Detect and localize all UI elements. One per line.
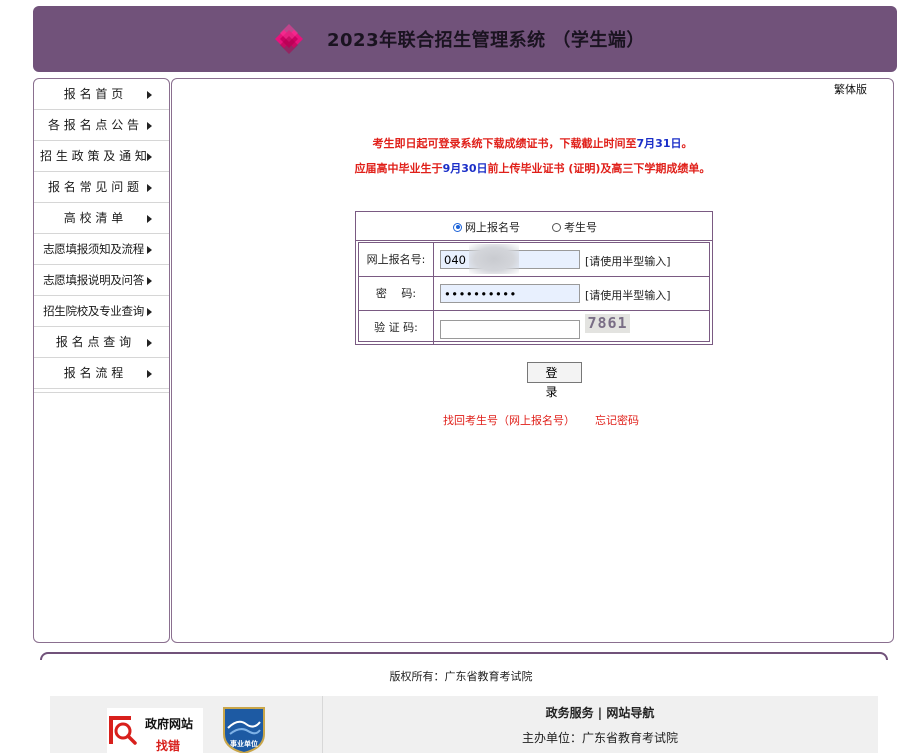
sidebar-item-colleges[interactable]: 高 校 清 单 <box>34 203 169 234</box>
sidebar-item-major-search[interactable]: 招生院校及专业查询 <box>34 296 169 327</box>
gov-badge-line2: 找错 <box>156 739 181 753</box>
radio-label: 网上报名号 <box>465 221 520 234</box>
sidebar-item-label: 报 名 首 页 <box>63 87 124 101</box>
forgot-password-link[interactable]: 忘记密码 <box>595 412 639 428</box>
host-organization: 主办单位：广东省教育考试院 <box>521 731 678 745</box>
sidebar-item-label: 高 校 清 单 <box>63 211 124 225</box>
radio-unchecked-icon[interactable] <box>552 222 561 232</box>
notice-text: 应届高中毕业生于 <box>354 162 443 175</box>
notice-date: 9月30日 <box>442 162 488 175</box>
sidebar-item-label: 报 名 流 程 <box>63 366 124 380</box>
find-id-link[interactable]: 找回考生号（网上报名号） <box>443 412 575 428</box>
triangle-right-icon <box>147 91 152 99</box>
sidebar-item-application-qa[interactable]: 志愿填报说明及问答 <box>34 265 169 296</box>
triangle-right-icon <box>147 308 152 316</box>
login-button[interactable]: 登 录 <box>527 362 582 399</box>
triangle-right-icon <box>147 215 152 223</box>
triangle-right-icon <box>147 277 152 285</box>
triangle-right-icon <box>147 153 152 161</box>
triangle-right-icon <box>147 122 152 130</box>
institution-badge-text: 事业单位 <box>230 740 258 748</box>
page-header: 2023年联合招生管理系统 （学生端） <box>33 6 897 72</box>
notice-upload: 应届高中毕业生于9月30日前上传毕业证书 (证明)及高三下学期成绩单。 <box>172 160 893 176</box>
sidebar-item-site-search[interactable]: 报 名 点 查 询 <box>34 327 169 358</box>
login-fields: 网上报名号: [请使用半型输入] 密 码: [请使用半型输入] 验 证 码: 7… <box>358 242 710 344</box>
reg-number-hint: [请使用半型输入] <box>585 255 671 268</box>
radio-checked-icon[interactable] <box>453 222 462 232</box>
radio-exam-number[interactable]: 考生号 <box>552 219 597 235</box>
row-reg-number: 网上报名号: [请使用半型输入] <box>359 243 709 277</box>
copyright: 版权所有：广东省教育考试院 <box>389 670 533 683</box>
footer-info: 政府网站 找错 事业单位 政务服务 | 网站导航 主办单位：广东省教育考试院 <box>50 696 878 753</box>
triangle-right-icon <box>147 246 152 254</box>
triangle-right-icon <box>147 370 152 378</box>
redaction-blur <box>469 244 519 274</box>
footer-nav: 政务服务 | 网站导航 <box>322 704 878 721</box>
notice-text: 。 <box>681 137 693 150</box>
notice-text: 前上传毕业证书 (证明)及高三下学期成绩单。 <box>487 162 711 175</box>
sidebar-item-label: 报 名 常 见 问 题 <box>47 180 140 194</box>
reg-number-label: 网上报名号: <box>359 243 434 276</box>
sidebar-item-label: 招 生 政 策 及 通 知 <box>40 149 147 163</box>
sidebar-item-label: 各 报 名 点 公 告 <box>47 118 140 132</box>
sidebar-item-application-notes[interactable]: 志愿填报须知及流程 <box>34 234 169 265</box>
radio-label: 考生号 <box>564 221 597 234</box>
password-label: 密 码: <box>359 277 434 310</box>
captcha-input[interactable] <box>440 320 580 339</box>
sidebar-item-label: 招生院校及专业查询 <box>43 304 144 318</box>
row-captcha: 验 证 码: 7861 <box>359 311 709 344</box>
sidebar-divider <box>34 389 169 393</box>
sidebar-item-label: 志愿填报说明及问答 <box>43 273 144 287</box>
main-panel: 繁体版 考生即日起可登录系统下载成绩证书，下载截止时间至7月31日。 应届高中毕… <box>171 78 894 643</box>
sidebar-item-home[interactable]: 报 名 首 页 <box>34 79 169 110</box>
system-title: 2023年联合招生管理系统 （学生端） <box>327 30 645 51</box>
magnifier-icon <box>109 716 137 745</box>
sidebar-item-announcements[interactable]: 各 报 名 点 公 告 <box>34 110 169 141</box>
sidebar-item-label: 报 名 点 查 询 <box>55 335 132 349</box>
password-input[interactable] <box>440 284 580 303</box>
row-password: 密 码: [请使用半型输入] <box>359 277 709 311</box>
institution-badge[interactable]: 事业单位 <box>220 704 268 753</box>
triangle-right-icon <box>147 184 152 192</box>
login-form: 网上报名号 考生号 网上报名号: [请使用半型输入] 密 码: [请使用半型输入… <box>355 211 713 345</box>
triangle-right-icon <box>147 339 152 347</box>
login-type-selector: 网上报名号 考生号 <box>356 212 712 241</box>
notice-date: 7月31日 <box>636 137 682 150</box>
traditional-chinese-link[interactable]: 繁体版 <box>834 81 867 97</box>
notice-download: 考生即日起可登录系统下载成绩证书，下载截止时间至7月31日。 <box>172 135 893 151</box>
footer-top-border <box>40 652 888 660</box>
sidebar-nav: 报 名 首 页 各 报 名 点 公 告 招 生 政 策 及 通 知 报 名 常 … <box>33 78 170 643</box>
sidebar-item-process[interactable]: 报 名 流 程 <box>34 358 169 389</box>
gov-website-error-badge[interactable]: 政府网站 找错 <box>107 708 203 753</box>
radio-reg-number[interactable]: 网上报名号 <box>453 219 520 235</box>
sidebar-item-policy[interactable]: 招 生 政 策 及 通 知 <box>34 141 169 172</box>
diamond-logo-icon <box>275 24 303 54</box>
password-hint: [请使用半型输入] <box>585 289 671 302</box>
gov-service-link[interactable]: 政务服务 <box>546 706 594 720</box>
captcha-image[interactable]: 7861 <box>585 314 630 333</box>
sidebar-item-label: 志愿填报须知及流程 <box>43 242 144 256</box>
site-nav-link[interactable]: 网站导航 <box>606 706 654 720</box>
gov-badge-line1: 政府网站 <box>145 717 194 731</box>
captcha-label: 验 证 码: <box>359 311 434 344</box>
sidebar-item-faq[interactable]: 报 名 常 见 问 题 <box>34 172 169 203</box>
notice-text: 考生即日起可登录系统下载成绩证书，下载截止时间至 <box>372 137 637 150</box>
nav-separator: | <box>593 706 607 720</box>
